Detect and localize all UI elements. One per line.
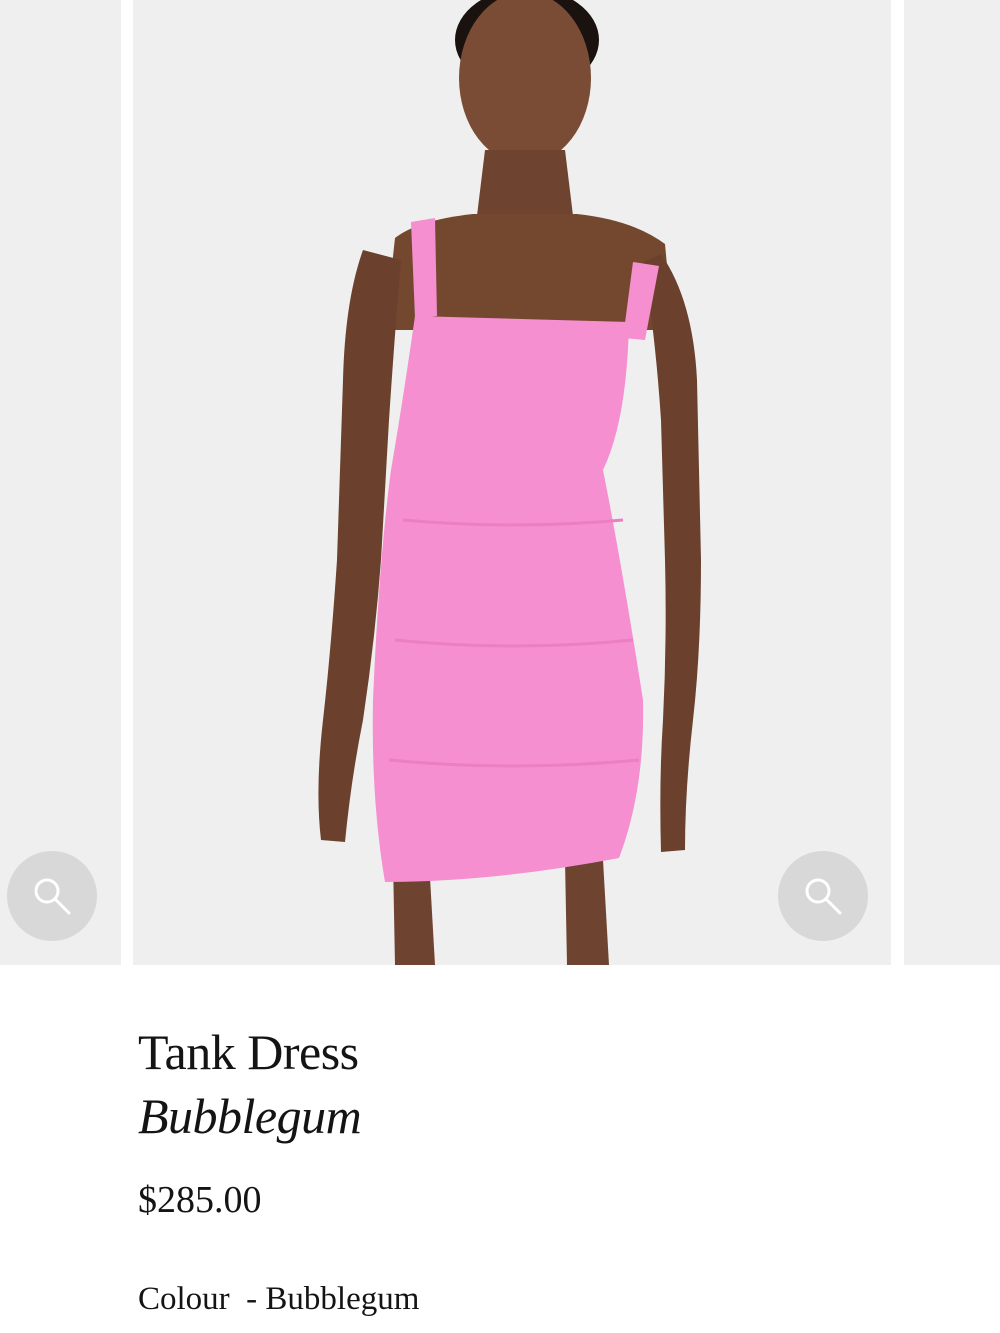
previous-image-placeholder [0,0,121,965]
magnifier-icon [805,878,842,915]
model-wearing-tank-dress-image [133,0,891,965]
zoom-button-main-image[interactable] [778,851,868,941]
product-variant-name: Bubblegum [138,1088,362,1144]
product-info: Tank Dress Bubblegum $285.00 Colour - Bu… [138,1020,938,1321]
product-title: Tank Dress [138,1024,359,1080]
magnifier-icon [34,878,71,915]
product-image-gallery[interactable] [0,0,1000,965]
colour-selection: Colour - Bubblegum [138,1277,938,1321]
colour-label: Colour [138,1281,230,1317]
next-image-placeholder [904,0,1000,965]
colour-separator: - [229,1281,266,1317]
next-product-image[interactable] [904,0,1000,965]
zoom-button-previous-image[interactable] [7,851,97,941]
product-price: $285.00 [138,1179,262,1221]
colour-value: Bubblegum [265,1281,420,1317]
previous-product-image[interactable] [0,0,121,965]
main-product-image[interactable] [133,0,891,965]
